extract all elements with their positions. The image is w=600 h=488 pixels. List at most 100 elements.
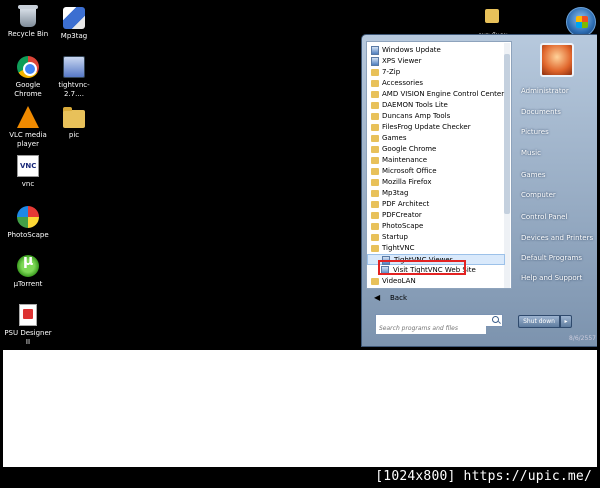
program-item[interactable]: AMD VISION Engine Control Center [367,89,505,100]
folder-icon[interactable] [485,9,499,23]
program-label: VideoLAN [382,277,416,285]
desktop-icon-vlc[interactable]: VLC media player [3,106,53,149]
folder-icon [371,157,379,164]
program-item[interactable]: TightVNC [367,243,505,254]
program-item[interactable]: 7-Zip [367,67,505,78]
photoscape-icon [17,206,39,228]
annotation-highlight-box [378,260,466,275]
desktop-icon-tightvnc-installer[interactable]: tightvnc-2.7.... [49,56,99,99]
program-label: TightVNC [382,244,415,252]
start-right-administrator[interactable]: Administrator [521,85,597,97]
start-right-documents[interactable]: Documents [521,106,597,118]
watermark-text: [1024x800] https://upic.me/ [375,469,592,484]
all-programs-list: Windows Update XPS Viewer 7-Zip Accessories… [366,41,512,289]
program-label: Windows Update [382,46,441,54]
program-item[interactable]: Startup [367,232,505,243]
program-item[interactable]: Mozilla Firefox [367,177,505,188]
desktop-icon-vnc[interactable]: vnc [3,155,53,189]
back-label: Back [390,294,407,302]
desktop-icon-psu-designer[interactable]: PSU Designer II [3,304,53,347]
desktop-icon-google-chrome[interactable]: Google Chrome [3,56,53,99]
program-label: PhotoScape [382,222,424,230]
folder-icon [371,223,379,230]
program-item[interactable]: PhotoScape [367,221,505,232]
start-right-games[interactable]: Games [521,169,597,181]
back-arrow-icon: ◀ [374,293,381,302]
folder-icon [371,124,379,131]
program-label: DAEMON Tools Lite [382,101,448,109]
folder-icon [371,135,379,142]
program-label: XPS Viewer [382,57,422,65]
program-item[interactable]: Duncans Amp Tools [367,111,505,122]
desktop-icon-pic-folder[interactable]: pic [49,106,99,140]
screenshot-frame: Recycle Bin Mp3tag Google Chrome tightvn… [0,0,600,488]
start-right-default-programs[interactable]: Default Programs [521,252,597,264]
start-orb-button[interactable] [566,7,596,37]
app-icon [371,57,379,66]
program-item[interactable]: Accessories [367,78,505,89]
start-right-music[interactable]: Music [521,147,597,159]
shutdown-options-button[interactable]: ▸ [560,315,572,328]
program-item[interactable]: Microsoft Office [367,166,505,177]
desktop-icon-label: Google Chrome [14,81,42,98]
start-right-devices-printers[interactable]: Devices and Printers [521,232,597,244]
app-icon [371,46,379,55]
desktop-icon-label: tightvnc-2.7.... [58,81,90,98]
utorrent-icon [17,255,39,277]
folder-icon [371,190,379,197]
program-item[interactable]: Mp3tag [367,188,505,199]
desktop-icon-recycle-bin[interactable]: Recycle Bin [3,5,53,39]
desktop-icon-label: VLC media player [9,131,47,148]
program-item[interactable]: FilesFrog Update Checker [367,122,505,133]
program-label: PDFCreator [382,211,422,219]
search-box[interactable] [375,314,503,334]
program-item[interactable]: Maintenance [367,155,505,166]
folder-icon [371,102,379,109]
program-label: AMD VISION Engine Control Center [382,90,505,98]
program-label: PDF Architect [382,200,430,208]
program-item[interactable]: PDF Architect [367,199,505,210]
folder-icon [371,168,379,175]
start-right-control-panel[interactable]: Control Panel [521,211,597,223]
blank-area [3,350,597,467]
desktop-icon-label: PSU Designer II [4,329,52,346]
desktop-icon-label: vnc [21,180,35,188]
program-item[interactable]: Windows Update [367,45,505,56]
program-label: Accessories [382,79,424,87]
program-item[interactable]: PDFCreator [367,210,505,221]
program-item[interactable]: VideoLAN [367,276,505,287]
folder-icon [371,113,379,120]
back-button[interactable]: ◀ Back [368,291,510,305]
desktop-icon-label: Recycle Bin [7,30,49,38]
program-label: FilesFrog Update Checker [382,123,471,131]
start-right-computer[interactable]: Computer [521,189,597,201]
search-input[interactable] [376,323,486,334]
folder-icon [371,245,379,252]
folder-icon [371,69,379,76]
program-label: Games [382,134,407,142]
installer-icon [63,56,85,78]
folder-icon [371,278,379,285]
folder-icon [371,179,379,186]
desktop-screen: Recycle Bin Mp3tag Google Chrome tightvn… [3,3,597,350]
start-menu: Windows Update XPS Viewer 7-Zip Accessories… [361,34,597,347]
folder-icon [63,107,85,128]
program-item[interactable]: Google Chrome [367,144,505,155]
desktop-icon-mp3tag[interactable]: Mp3tag [49,7,99,41]
program-item[interactable]: DAEMON Tools Lite [367,100,505,111]
user-avatar[interactable] [540,43,574,77]
vlc-icon [17,106,39,128]
program-label: Google Chrome [382,145,437,153]
start-right-pictures[interactable]: Pictures [521,126,597,138]
program-label: Maintenance [382,156,428,164]
program-item[interactable]: XPS Viewer [367,56,505,67]
folder-icon [371,146,379,153]
program-item[interactable]: Games [367,133,505,144]
desktop-icon-photoscape[interactable]: PhotoScape [3,206,53,240]
shutdown-button[interactable]: Shut down [518,315,560,328]
start-right-help-support[interactable]: Help and Support [521,272,597,284]
desktop-icon-utorrent[interactable]: µTorrent [3,255,53,289]
program-label: Mp3tag [382,189,409,197]
search-icon[interactable] [492,316,499,323]
program-label: 7-Zip [382,68,401,76]
